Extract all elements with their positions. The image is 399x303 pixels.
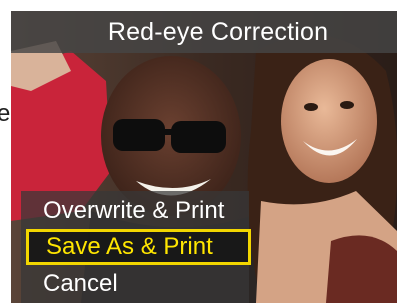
menu-item-label: Save As & Print xyxy=(46,233,213,260)
menu-item-label: Overwrite & Print xyxy=(43,197,225,224)
page-margin-text-fragment: e xyxy=(0,100,11,127)
screen-title: Red-eye Correction xyxy=(107,17,329,46)
menu-item-label: Cancel xyxy=(43,270,118,297)
menu-item-cancel[interactable]: Cancel xyxy=(21,266,249,302)
menu-item-save-as-print[interactable]: Save As & Print xyxy=(26,229,251,265)
menu-item-overwrite-print[interactable]: Overwrite & Print xyxy=(21,193,249,229)
title-bar: Red-eye Correction xyxy=(11,11,397,53)
print-options-menu: Overwrite & Print Save As & Print Cancel xyxy=(21,191,251,303)
camera-lcd-screen: Red-eye Correction Overwrite & Print Sav… xyxy=(11,11,397,303)
